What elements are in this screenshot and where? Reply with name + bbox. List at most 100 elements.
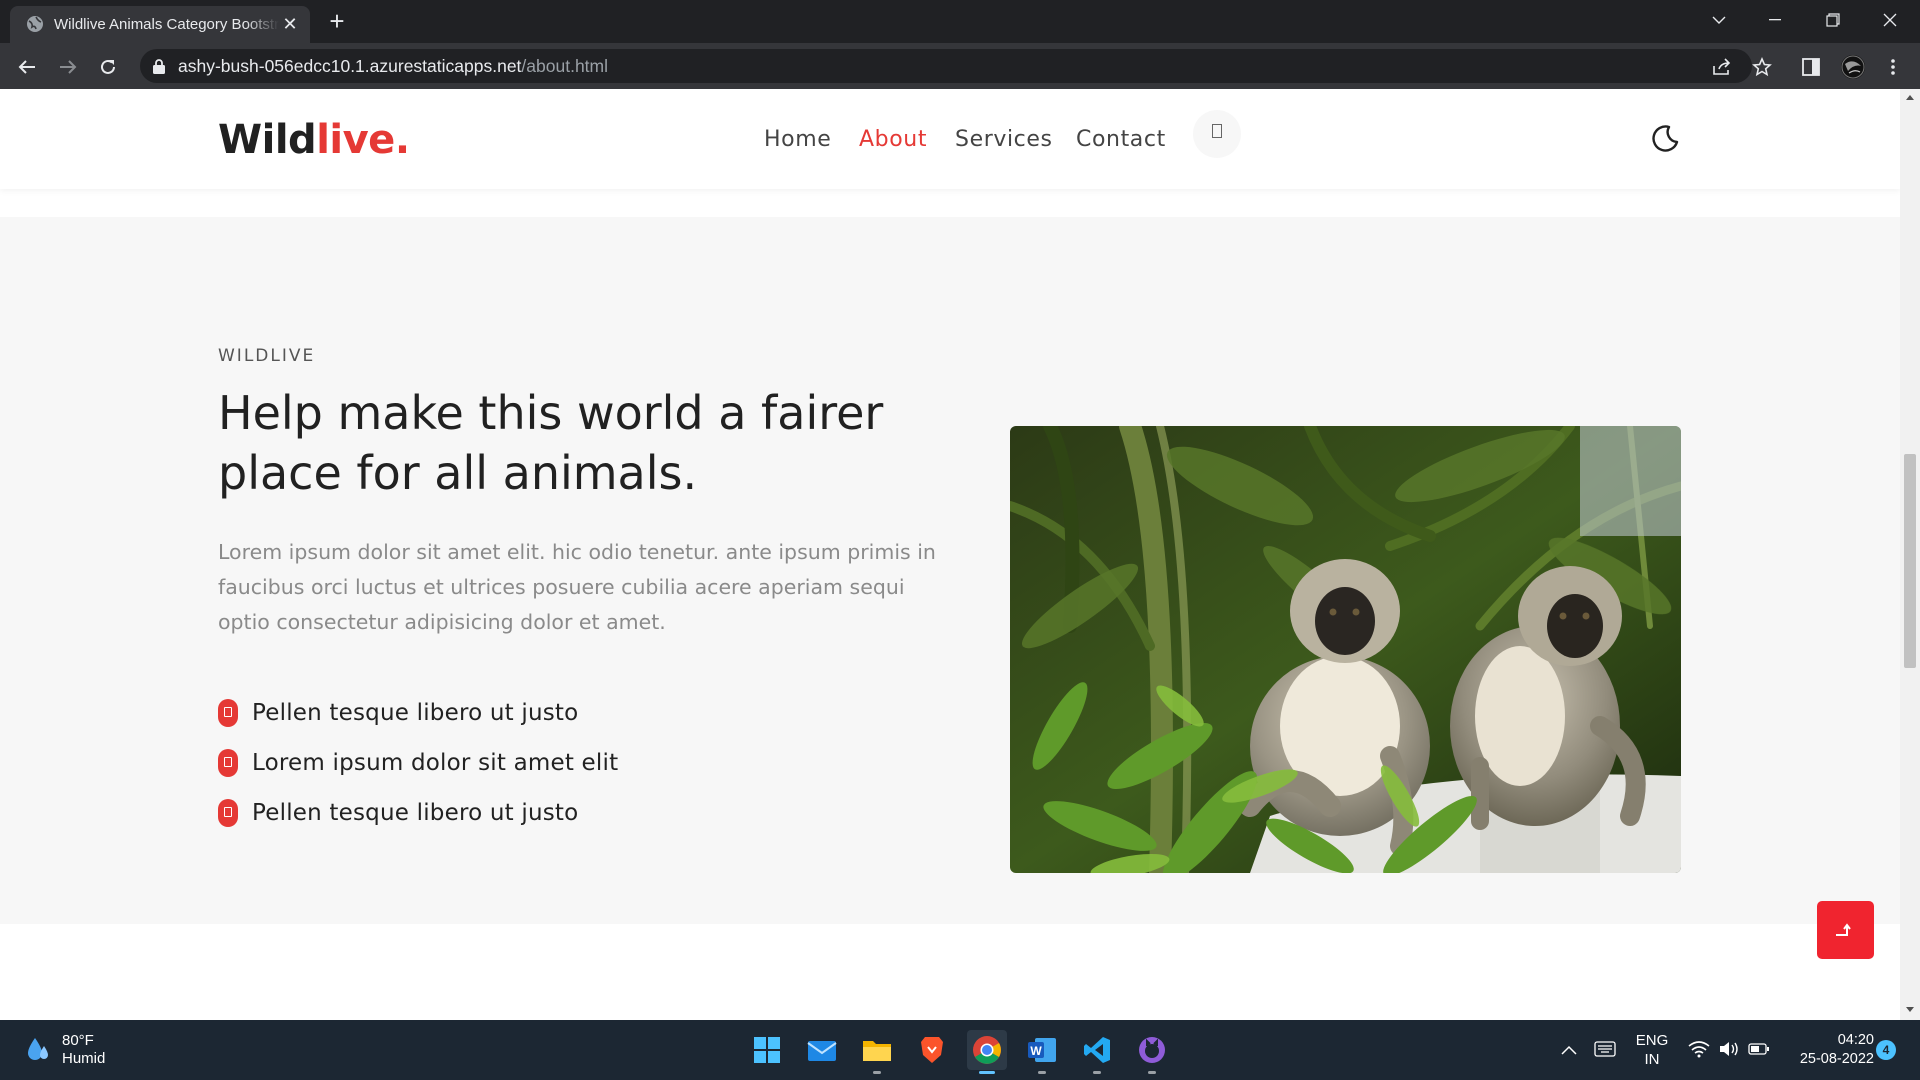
monkeys-photo <box>1010 426 1681 873</box>
mail-icon <box>807 1041 837 1061</box>
browser-tab-bar: Wildlive Animals Category Bootstrap Resp… <box>0 0 1920 43</box>
side-panel-button[interactable] <box>1797 53 1825 81</box>
url-host: ashy-bush-056edcc10.1.azurestaticapps.ne… <box>178 56 522 76</box>
wifi-icon[interactable] <box>1688 1040 1710 1058</box>
brave-icon <box>921 1037 943 1063</box>
restore-icon <box>1826 13 1840 27</box>
region-code: IN <box>1644 1051 1660 1068</box>
windows-icon <box>754 1037 780 1063</box>
svg-text:W: W <box>1030 1044 1042 1058</box>
tab-title: Wildlive Animals Category Bootstrap Resp… <box>54 16 279 33</box>
keyboard-icon[interactable] <box>1594 1041 1616 1057</box>
list-item: Pellen tesque libero ut justo <box>218 796 578 830</box>
chrome-app[interactable] <box>967 1030 1007 1074</box>
profile-button[interactable] <box>1839 53 1867 81</box>
clock[interactable]: 04:20 25-08-2022 <box>1778 1031 1874 1069</box>
clock-time: 04:20 <box>1837 1032 1874 1048</box>
arrow-up-icon <box>1835 923 1851 936</box>
volume-icon[interactable] <box>1718 1040 1740 1058</box>
tab-close-icon[interactable]: ✕ <box>280 14 300 34</box>
file-explorer-app[interactable] <box>857 1030 897 1074</box>
close-icon <box>1883 13 1897 27</box>
logo-main: Wild <box>218 117 317 163</box>
word-icon: W <box>1028 1038 1056 1062</box>
missing-glyph-icon <box>1212 124 1222 138</box>
address-bar[interactable]: ashy-bush-056edcc10.1.azurestaticapps.ne… <box>140 49 1752 83</box>
site-logo[interactable]: Wildlive. <box>218 117 410 163</box>
tab-search-button[interactable] <box>1691 0 1747 40</box>
start-button[interactable] <box>747 1030 787 1070</box>
url-text: ashy-bush-056edcc10.1.azurestaticapps.ne… <box>178 56 608 77</box>
chrome-icon <box>973 1036 1001 1064</box>
side-panel-icon <box>1802 58 1820 76</box>
nav-about[interactable]: About <box>859 127 927 152</box>
lang-code: ENG <box>1635 1032 1669 1049</box>
bookmark-button[interactable] <box>1748 53 1776 81</box>
chevron-up-icon[interactable] <box>1561 1045 1577 1055</box>
humidity-icon <box>28 1038 48 1060</box>
share-icon <box>1713 58 1731 75</box>
arrow-right-icon <box>60 60 77 74</box>
vscode-icon <box>1084 1037 1110 1063</box>
input-language[interactable]: ENG IN <box>1630 1031 1674 1069</box>
section-kicker: WILDLIVE <box>218 346 316 366</box>
url-path: /about.html <box>521 56 608 76</box>
page-scrollbar[interactable] <box>1900 89 1920 1020</box>
arrow-left-icon <box>18 60 35 74</box>
clock-date: 25-08-2022 <box>1799 1051 1874 1067</box>
vscode-app[interactable] <box>1077 1030 1117 1074</box>
star-icon <box>1752 57 1772 77</box>
bullet-icon <box>218 749 238 777</box>
scroll-up-arrow[interactable] <box>1906 95 1914 100</box>
list-item-text: Lorem ipsum dolor sit amet elit <box>252 750 619 776</box>
brave-app[interactable] <box>912 1030 952 1070</box>
weather-widget[interactable]: 80°F Humid <box>26 1032 105 1068</box>
restore-button[interactable] <box>1805 0 1861 40</box>
avatar <box>1841 55 1865 79</box>
logo-accent: live. <box>316 117 410 163</box>
weather-condition: Humid <box>62 1050 106 1067</box>
folder-icon <box>863 1041 891 1061</box>
moon-icon[interactable] <box>1647 122 1681 156</box>
nav-contact[interactable]: Contact <box>1076 127 1166 152</box>
list-item: Lorem ipsum dolor sit amet elit <box>218 746 618 780</box>
section-heading: Help make this world a fairer place for … <box>218 386 884 500</box>
github-icon <box>1139 1037 1165 1063</box>
back-to-top-button[interactable] <box>1817 901 1874 959</box>
section-lead: Lorem ipsum dolor sit amet elit. hic odi… <box>218 540 936 634</box>
mail-app[interactable] <box>802 1030 842 1070</box>
scrollbar-thumb[interactable] <box>1904 454 1916 668</box>
list-item: Pellen tesque libero ut justo <box>218 696 578 730</box>
more-vertical-icon <box>1891 59 1895 75</box>
menu-button[interactable] <box>1879 53 1907 81</box>
scroll-down-arrow[interactable] <box>1906 1007 1914 1012</box>
battery-icon[interactable] <box>1748 1042 1770 1056</box>
bullet-icon <box>218 699 238 727</box>
list-item-text: Pellen tesque libero ut justo <box>252 700 579 726</box>
browser-tab[interactable]: Wildlive Animals Category Bootstrap Resp… <box>10 6 310 43</box>
github-desktop-app[interactable] <box>1132 1030 1172 1074</box>
back-button[interactable] <box>13 53 41 81</box>
chevron-down-icon <box>1712 16 1726 24</box>
weather-temp: 80°F <box>62 1032 94 1049</box>
word-app[interactable]: W <box>1022 1030 1062 1074</box>
new-tab-button[interactable]: + <box>324 8 350 34</box>
nav-home[interactable]: Home <box>764 127 831 152</box>
nav-icon-button[interactable] <box>1193 110 1241 158</box>
share-button[interactable] <box>1708 53 1736 81</box>
notification-badge[interactable]: 4 <box>1876 1040 1896 1060</box>
globe-icon <box>27 16 43 32</box>
list-item-text: Pellen tesque libero ut justo <box>252 800 579 826</box>
close-window-button[interactable] <box>1862 0 1918 40</box>
minimize-icon <box>1769 19 1781 21</box>
nav-services[interactable]: Services <box>955 127 1053 152</box>
forward-button[interactable] <box>54 53 82 81</box>
minimize-button[interactable] <box>1747 0 1803 40</box>
lock-icon <box>153 59 165 74</box>
reload-button[interactable] <box>94 53 122 81</box>
page-viewport: Wildlive. Home About Services Contact WI… <box>0 89 1900 1020</box>
reload-icon <box>101 59 115 74</box>
about-section: WILDLIVE Help make this world a fairer p… <box>0 217 1900 924</box>
bullet-icon <box>218 799 238 827</box>
windows-taskbar: 80°F Humid W ENG IN 04:20 25-08-2022 4 <box>0 1020 1920 1080</box>
